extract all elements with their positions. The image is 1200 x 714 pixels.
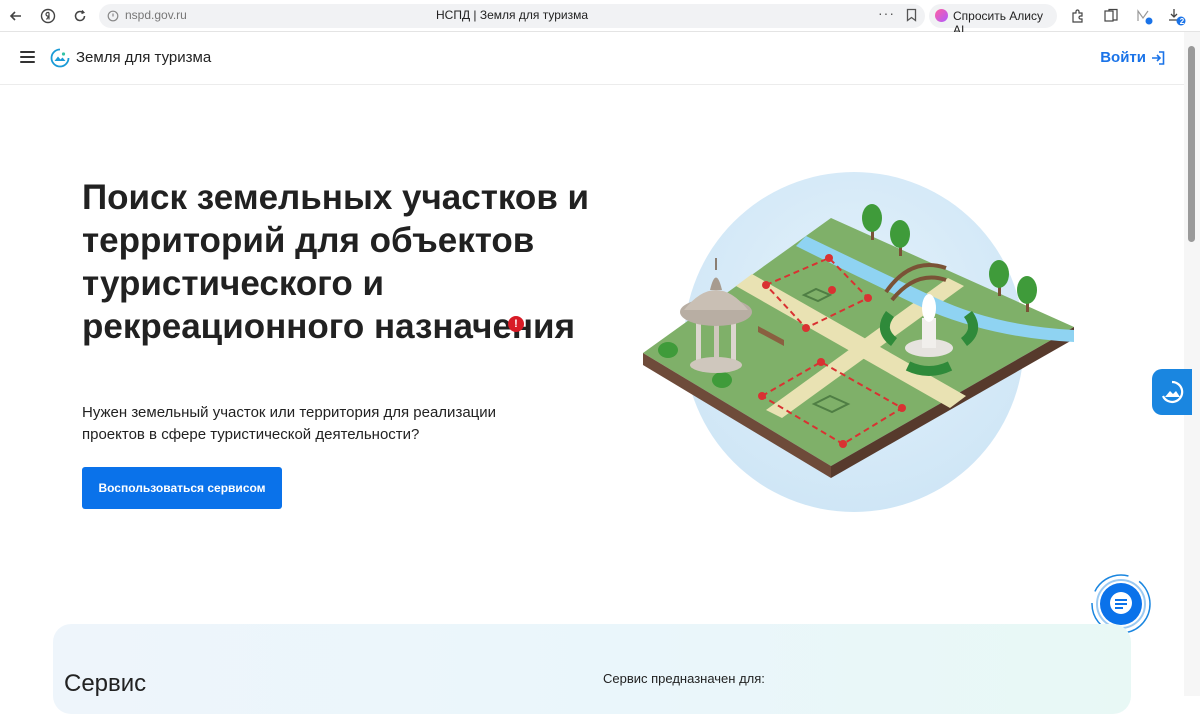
download-badge: 2	[1179, 17, 1185, 26]
menu-icon[interactable]	[20, 51, 35, 63]
site-header: Земля для туризма Войти	[0, 32, 1184, 85]
use-service-button[interactable]: Воспользоваться сервисом	[82, 467, 282, 509]
download-icon[interactable]: 2	[1166, 6, 1186, 26]
alice-icon	[935, 9, 948, 22]
reload-icon[interactable]	[70, 6, 90, 26]
login-label: Войти	[1100, 49, 1146, 66]
logo-icon[interactable]	[50, 48, 70, 68]
alert-icon[interactable]: !	[508, 316, 524, 332]
extensions-icon[interactable]	[1068, 6, 1088, 26]
browser-toolbar: nspd.gov.ru НСПД | Земля для туризма ···…	[0, 0, 1200, 37]
back-icon[interactable]	[6, 6, 26, 26]
park-plots-illustration	[643, 172, 1074, 512]
bookmark-icon[interactable]	[906, 8, 917, 27]
hero-subtitle: Нужен земельный участок или территория д…	[82, 404, 497, 443]
service-description: Сервис предназначен для:	[603, 671, 765, 686]
service-section	[53, 624, 1131, 714]
scrollbar-thumb[interactable]	[1188, 46, 1195, 242]
side-widget[interactable]	[1152, 369, 1192, 415]
profile-icon[interactable]	[1134, 6, 1154, 26]
page-tab-title: НСПД | Земля для туризма	[435, 8, 588, 22]
yandex-icon[interactable]	[38, 6, 58, 26]
login-button[interactable]: Войти	[1100, 49, 1166, 66]
collections-icon[interactable]	[1101, 6, 1121, 26]
address-bar[interactable]: nspd.gov.ru НСПД | Земля для туризма ···	[99, 4, 925, 28]
widget-icon	[1161, 380, 1184, 404]
ask-alice-button[interactable]: Спросить Алису AI	[929, 4, 1057, 37]
page-scrollbar[interactable]	[1184, 32, 1200, 696]
service-title: Сервис	[64, 670, 147, 697]
site-brand[interactable]: Земля для туризма	[76, 49, 211, 66]
hero-title: Поиск земельных участков и территорий дл…	[82, 178, 590, 346]
login-icon	[1152, 50, 1165, 65]
more-icon[interactable]: ···	[878, 5, 895, 21]
